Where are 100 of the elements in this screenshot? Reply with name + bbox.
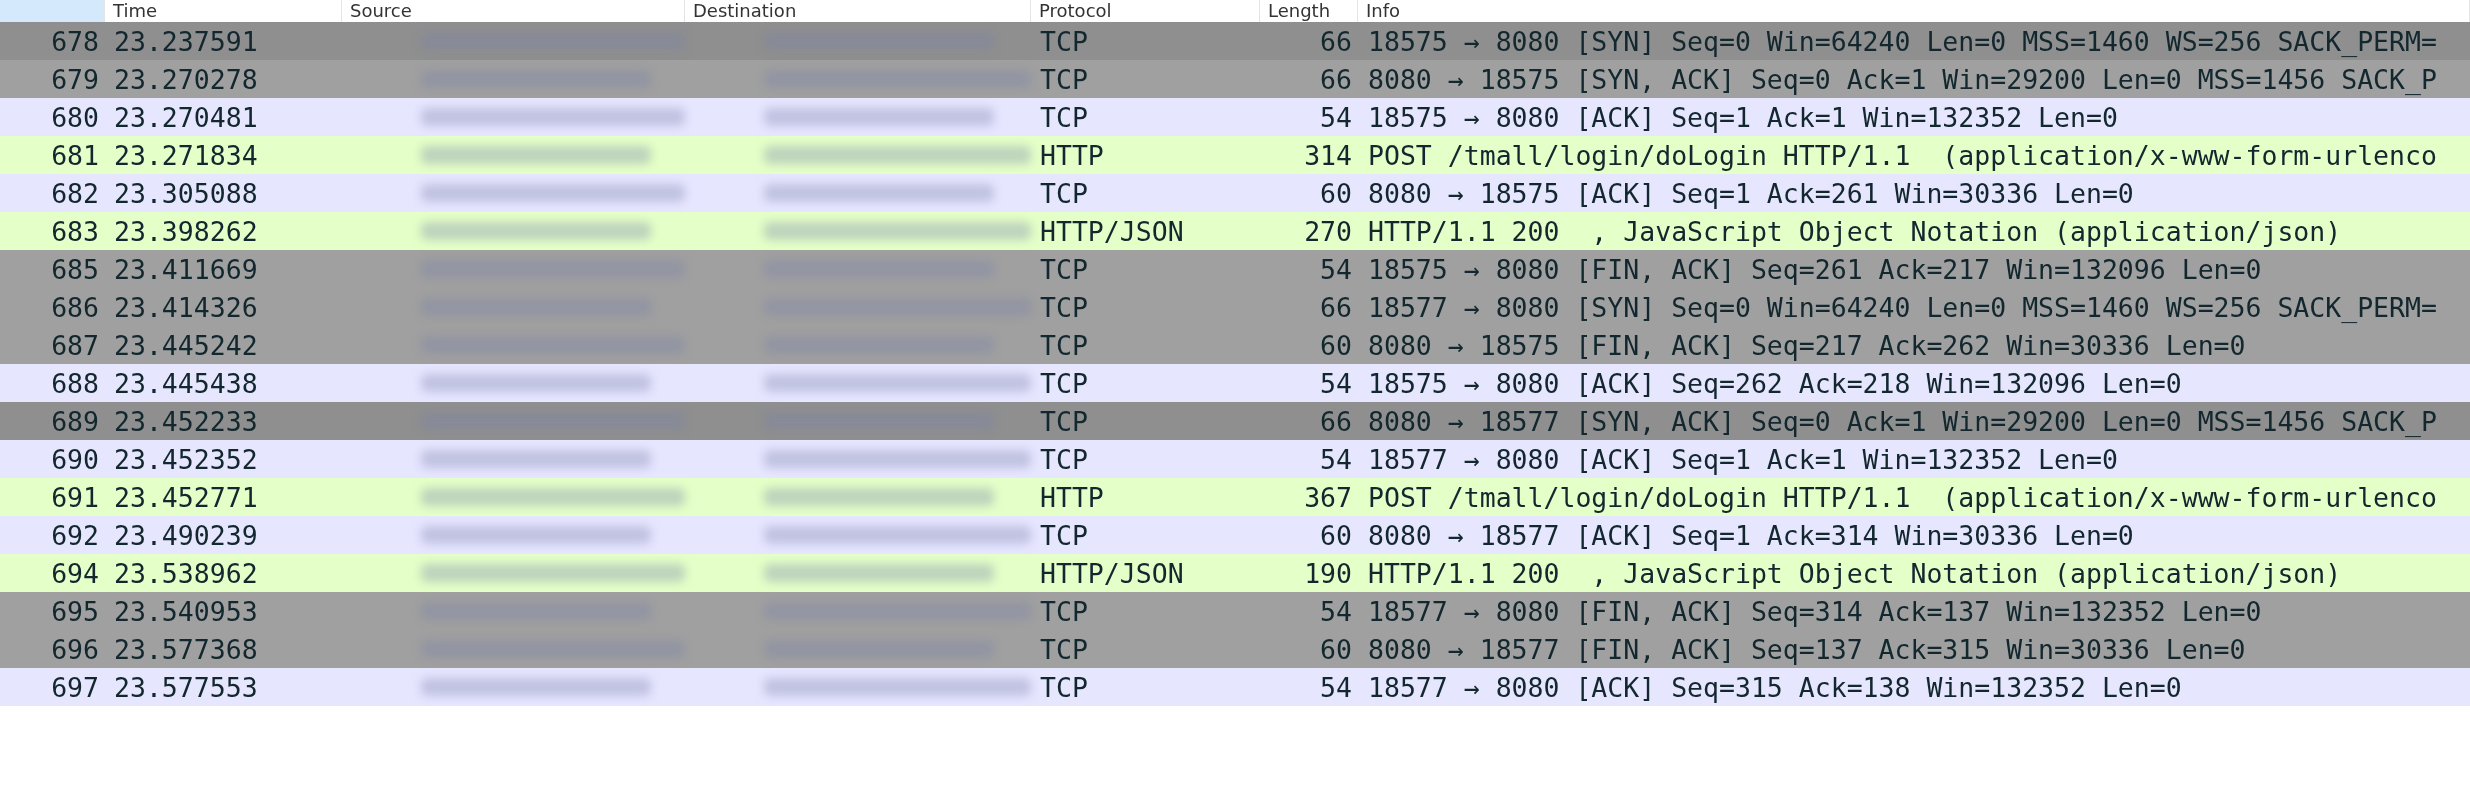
- packet-number: 692: [51, 519, 99, 551]
- protocol-text: TCP: [1040, 519, 1088, 551]
- protocol-text: TCP: [1040, 25, 1088, 57]
- packet-time: 23.305088: [114, 177, 258, 209]
- info-text: 18577 → 8080 [ACK] Seq=1 Ack=1 Win=132352 Len=0: [1368, 443, 2118, 475]
- info-text: 8080 → 18575 [ACK] Seq=1 Ack=261 Win=30336 Len=0: [1368, 177, 2134, 209]
- packet-time: 23.452771: [114, 481, 258, 513]
- packet-row[interactable]: 679 23.270278 TCP 66 8080 → 18575 [SYN, ACK] Seq=0 Ack=1 Win=29200 Len=0 MSS=1456 SACK_P: [0, 60, 2470, 98]
- length-text: 54: [1320, 671, 1352, 703]
- info-text: 18577 → 8080 [SYN] Seq=0 Win=64240 Len=0 MSS=1460 WS=256 SACK_PERM=: [1368, 291, 2437, 323]
- length-text: 66: [1320, 291, 1352, 323]
- protocol-text: HTTP/JSON: [1040, 557, 1184, 589]
- packet-number: 687: [51, 329, 99, 361]
- info-text: 18575 → 8080 [ACK] Seq=262 Ack=218 Win=132096 Len=0: [1368, 367, 2182, 399]
- protocol-text: TCP: [1040, 367, 1088, 399]
- length-text: 66: [1320, 63, 1352, 95]
- packet-row[interactable]: 678 23.237591 TCP 66 18575 → 8080 [SYN] Seq=0 Win=64240 Len=0 MSS=1460 WS=256 SACK_PERM=: [0, 22, 2470, 60]
- protocol-text: HTTP/JSON: [1040, 215, 1184, 247]
- protocol-text: TCP: [1040, 177, 1088, 209]
- packet-row[interactable]: 686 23.414326 TCP 66 18577 → 8080 [SYN] Seq=0 Win=64240 Len=0 MSS=1460 WS=256 SACK_PERM=: [0, 288, 2470, 326]
- protocol-text: HTTP: [1040, 139, 1104, 171]
- packet-time: 23.452352: [114, 443, 258, 475]
- info-text: 8080 → 18577 [ACK] Seq=1 Ack=314 Win=30336 Len=0: [1368, 519, 2134, 551]
- length-text: 314: [1304, 139, 1352, 171]
- packet-row[interactable]: 694 23.538962 HTTP/JSON 190 HTTP/1.1 200 , JavaScript Object Notation (application/json): [0, 554, 2470, 592]
- packet-number: 679: [51, 63, 99, 95]
- sorted-column-header[interactable]: [0, 0, 105, 22]
- packet-number: 694: [51, 557, 99, 589]
- info-text: 8080 → 18575 [FIN, ACK] Seq=217 Ack=262 Win=30336 Len=0: [1368, 329, 2246, 361]
- length-text: 54: [1320, 367, 1352, 399]
- protocol-text: TCP: [1040, 253, 1088, 285]
- packet-number: 681: [51, 139, 99, 171]
- packet-time: 23.538962: [114, 557, 258, 589]
- packet-number: 682: [51, 177, 99, 209]
- protocol-text: TCP: [1040, 291, 1088, 323]
- info-text: POST /tmall/login/doLogin HTTP/1.1 (application/x-www-form-urlenco: [1368, 139, 2437, 171]
- packet-row[interactable]: 691 23.452771 HTTP 367 POST /tmall/login/doLogin HTTP/1.1 (application/x-www-form-urlenco: [0, 478, 2470, 516]
- protocol-text: HTTP: [1040, 481, 1104, 513]
- length-text: 54: [1320, 101, 1352, 133]
- packet-time: 23.237591: [114, 25, 258, 57]
- packet-time: 23.445242: [114, 329, 258, 361]
- packet-time: 23.490239: [114, 519, 258, 551]
- packet-row[interactable]: 680 23.270481 TCP 54 18575 → 8080 [ACK] Seq=1 Ack=1 Win=132352 Len=0: [0, 98, 2470, 136]
- info-text: 18575 → 8080 [ACK] Seq=1 Ack=1 Win=132352 Len=0: [1368, 101, 2118, 133]
- info-text: 8080 → 18577 [FIN, ACK] Seq=137 Ack=315 Win=30336 Len=0: [1368, 633, 2246, 665]
- packet-row[interactable]: 685 23.411669 TCP 54 18575 → 8080 [FIN, ACK] Seq=261 Ack=217 Win=132096 Len=0: [0, 250, 2470, 288]
- packet-row[interactable]: 695 23.540953 TCP 54 18577 → 8080 [FIN, ACK] Seq=314 Ack=137 Win=132352 Len=0: [0, 592, 2470, 630]
- info-text: HTTP/1.1 200 , JavaScript Object Notation (application/json): [1368, 215, 2342, 247]
- packet-number: 685: [51, 253, 99, 285]
- length-text: 60: [1320, 177, 1352, 209]
- length-text: 60: [1320, 329, 1352, 361]
- packet-time: 23.577368: [114, 633, 258, 665]
- packet-row[interactable]: 687 23.445242 TCP 60 8080 → 18575 [FIN, ACK] Seq=217 Ack=262 Win=30336 Len=0: [0, 326, 2470, 364]
- packet-time: 23.270278: [114, 63, 258, 95]
- protocol-text: TCP: [1040, 595, 1088, 627]
- packet-time: 23.414326: [114, 291, 258, 323]
- info-text: 18577 → 8080 [ACK] Seq=315 Ack=138 Win=132352 Len=0: [1368, 671, 2182, 703]
- packet-number: 697: [51, 671, 99, 703]
- length-text: 190: [1304, 557, 1352, 589]
- packet-row[interactable]: 688 23.445438 TCP 54 18575 → 8080 [ACK] Seq=262 Ack=218 Win=132096 Len=0: [0, 364, 2470, 402]
- info-text: 18575 → 8080 [FIN, ACK] Seq=261 Ack=217 Win=132096 Len=0: [1368, 253, 2262, 285]
- length-text: 54: [1320, 443, 1352, 475]
- length-text: 367: [1304, 481, 1352, 513]
- packet-time: 23.540953: [114, 595, 258, 627]
- length-text: 54: [1320, 253, 1352, 285]
- info-text: 18575 → 8080 [SYN] Seq=0 Win=64240 Len=0 MSS=1460 WS=256 SACK_PERM=: [1368, 25, 2437, 57]
- packet-row[interactable]: 682 23.305088 TCP 60 8080 → 18575 [ACK] Seq=1 Ack=261 Win=30336 Len=0: [0, 174, 2470, 212]
- packet-row[interactable]: 683 23.398262 HTTP/JSON 270 HTTP/1.1 200 , JavaScript Object Notation (application/json): [0, 212, 2470, 250]
- length-text: 60: [1320, 633, 1352, 665]
- protocol-text: TCP: [1040, 101, 1088, 133]
- packet-number: 691: [51, 481, 99, 513]
- packet-row[interactable]: 692 23.490239 TCP 60 8080 → 18577 [ACK] Seq=1 Ack=314 Win=30336 Len=0: [0, 516, 2470, 554]
- length-text: 66: [1320, 405, 1352, 437]
- info-text: HTTP/1.1 200 , JavaScript Object Notation (application/json): [1368, 557, 2342, 589]
- packet-row[interactable]: 696 23.577368 TCP 60 8080 → 18577 [FIN, ACK] Seq=137 Ack=315 Win=30336 Len=0: [0, 630, 2470, 668]
- packet-number: 695: [51, 595, 99, 627]
- length-text: 66: [1320, 25, 1352, 57]
- packet-number: 689: [51, 405, 99, 437]
- packet-number: 678: [51, 25, 99, 57]
- packet-number: 688: [51, 367, 99, 399]
- packet-number: 696: [51, 633, 99, 665]
- packet-row[interactable]: 681 23.271834 HTTP 314 POST /tmall/login/doLogin HTTP/1.1 (application/x-www-form-urlenco: [0, 136, 2470, 174]
- protocol-text: TCP: [1040, 633, 1088, 665]
- packet-row[interactable]: 697 23.577553 TCP 54 18577 → 8080 [ACK] Seq=315 Ack=138 Win=132352 Len=0: [0, 668, 2470, 706]
- packet-row[interactable]: 690 23.452352 TCP 54 18577 → 8080 [ACK] Seq=1 Ack=1 Win=132352 Len=0: [0, 440, 2470, 478]
- length-text: 54: [1320, 595, 1352, 627]
- packet-number: 690: [51, 443, 99, 475]
- info-text: 8080 → 18577 [SYN, ACK] Seq=0 Ack=1 Win=29200 Len=0 MSS=1456 SACK_P: [1368, 405, 2437, 437]
- packet-time: 23.271834: [114, 139, 258, 171]
- packet-time: 23.411669: [114, 253, 258, 285]
- info-text: 18577 → 8080 [FIN, ACK] Seq=314 Ack=137 Win=132352 Len=0: [1368, 595, 2262, 627]
- packet-time: 23.270481: [114, 101, 258, 133]
- packet-row[interactable]: 689 23.452233 TCP 66 8080 → 18577 [SYN, ACK] Seq=0 Ack=1 Win=29200 Len=0 MSS=1456 SACK_P: [0, 402, 2470, 440]
- protocol-text: TCP: [1040, 405, 1088, 437]
- packet-time: 23.577553: [114, 671, 258, 703]
- protocol-text: TCP: [1040, 63, 1088, 95]
- packet-time: 23.445438: [114, 367, 258, 399]
- info-text: POST /tmall/login/doLogin HTTP/1.1 (application/x-www-form-urlenco: [1368, 481, 2437, 513]
- info-text: 8080 → 18575 [SYN, ACK] Seq=0 Ack=1 Win=29200 Len=0 MSS=1456 SACK_P: [1368, 63, 2437, 95]
- packet-number: 686: [51, 291, 99, 323]
